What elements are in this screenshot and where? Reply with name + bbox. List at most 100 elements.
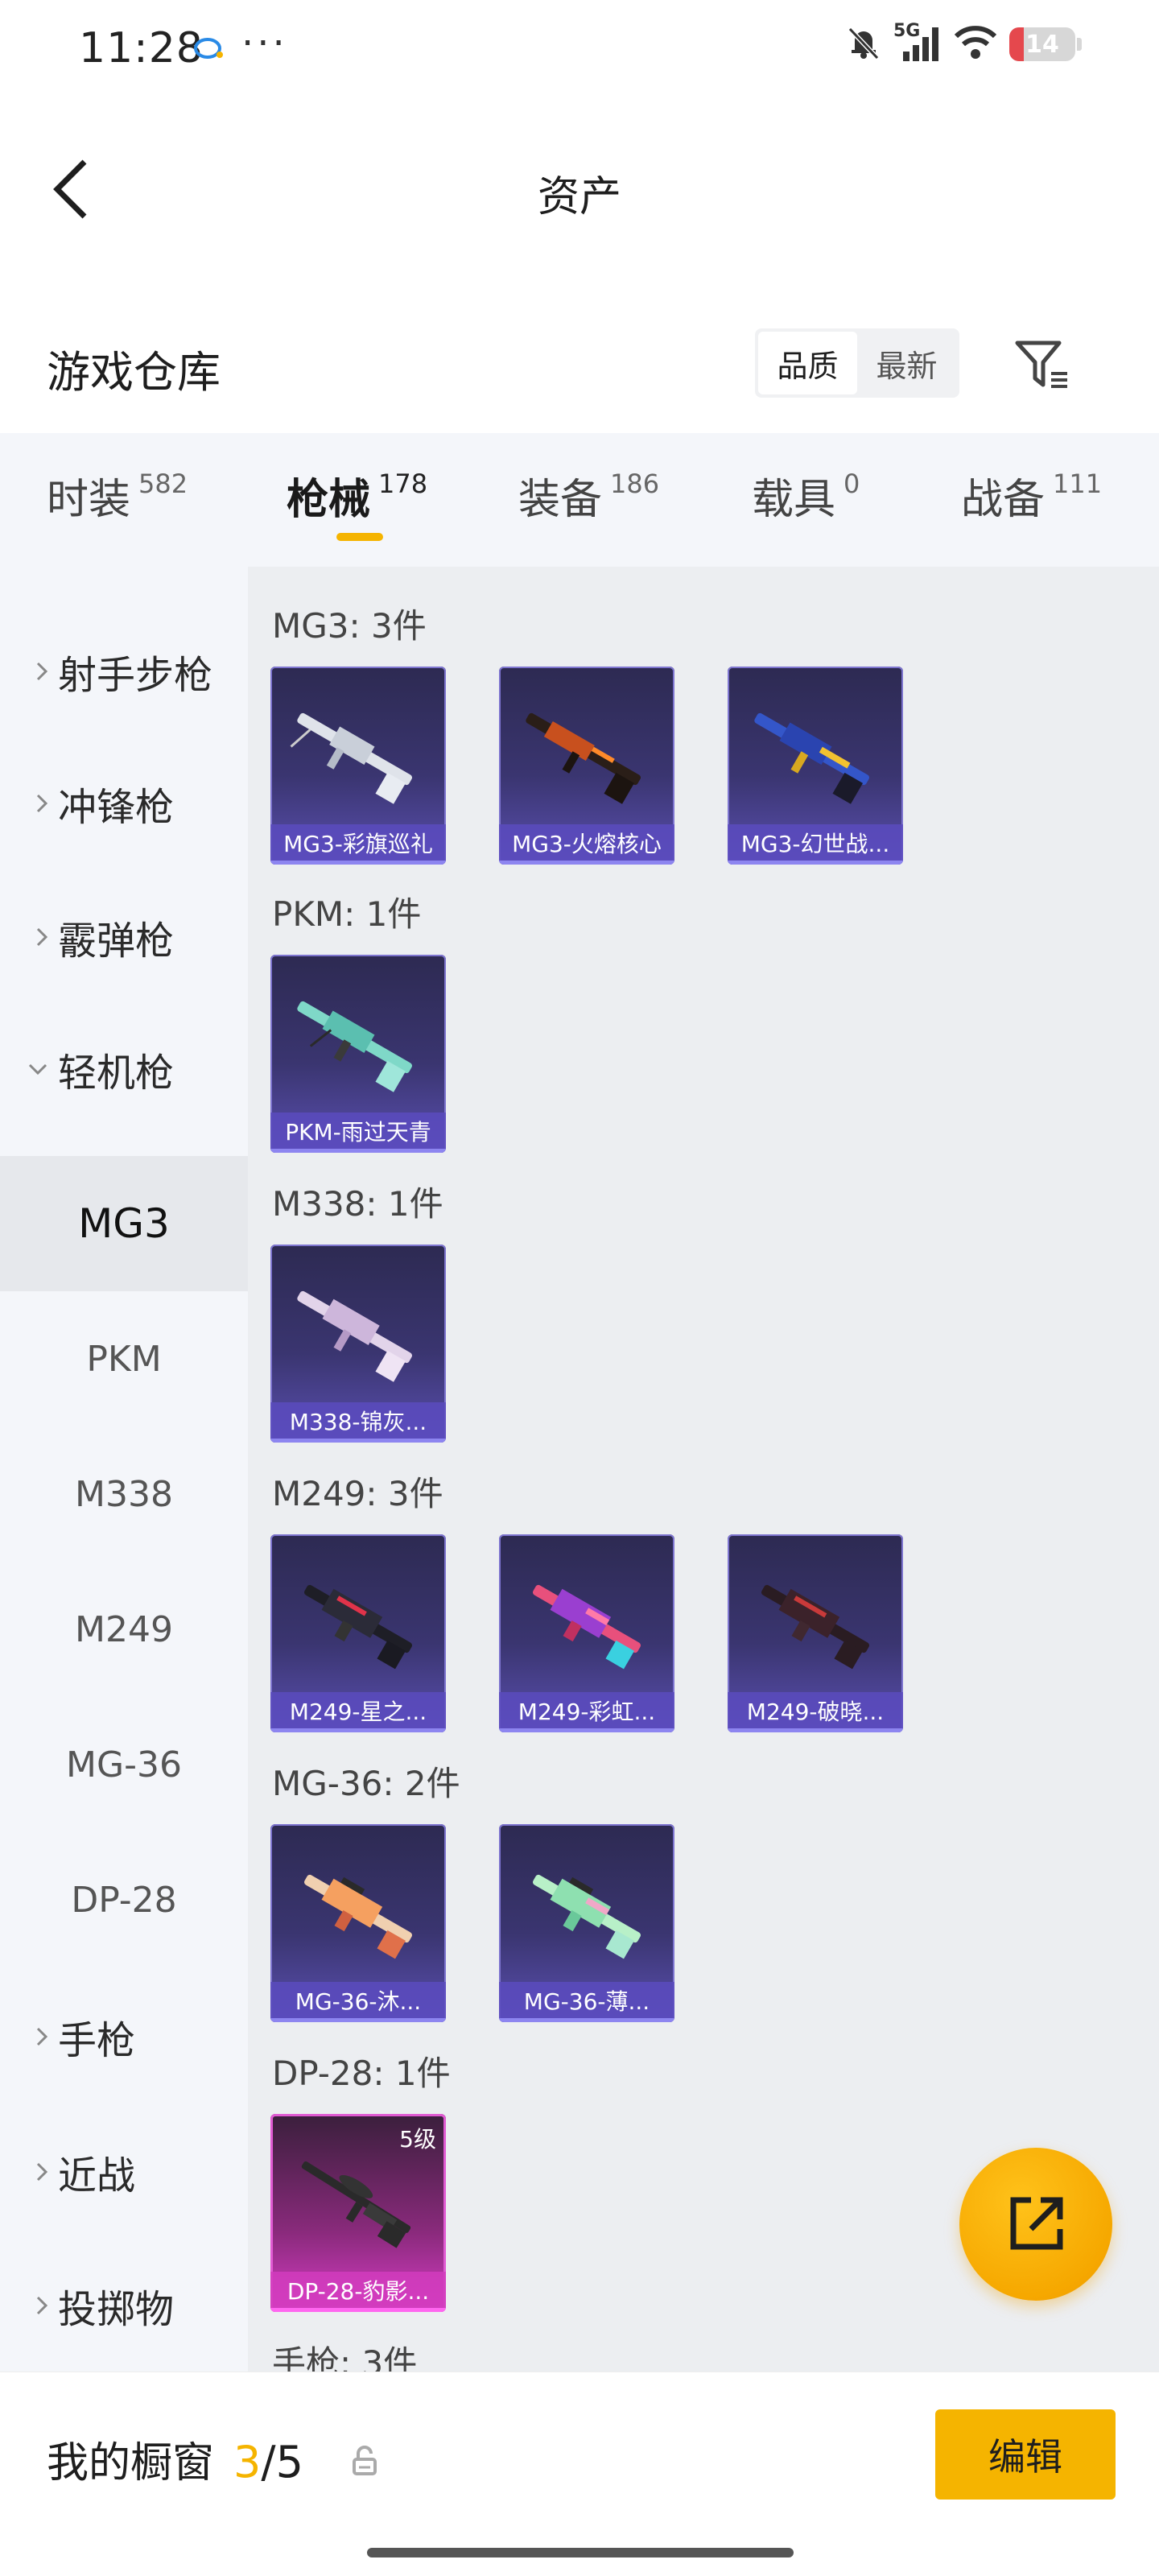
status-bar: 11:28 ··· 5G 14	[0, 0, 1159, 100]
gun-image	[754, 712, 869, 804]
tab-label: 战备	[961, 476, 1046, 524]
category-lmg[interactable]: 轻机枪	[0, 1001, 248, 1137]
tab-label: 时装	[47, 476, 131, 524]
subcategory-dp28[interactable]: DP-28	[0, 1832, 248, 1967]
edit-button[interactable]: 编辑	[935, 2409, 1116, 2500]
skin-card[interactable]: MG3-火熔核心	[499, 667, 674, 865]
status-time: 11:28	[79, 24, 204, 72]
signal-5g-icon: 5G	[893, 21, 942, 64]
page-title: 资产	[537, 173, 621, 221]
battery-icon: 14	[1009, 27, 1075, 61]
chevron-right-icon	[0, 927, 58, 947]
chat-bubble-icon	[193, 37, 225, 64]
category-label: 近战	[58, 2153, 136, 2198]
group-title-m338: M338: 1件	[272, 1184, 443, 1224]
category-label: 轻机枪	[58, 1051, 175, 1096]
group-title-mg3: MG3: 3件	[272, 606, 427, 646]
share-icon	[1010, 2197, 1063, 2250]
bottom-bar: 我的橱窗 3 / 5 编辑	[0, 2372, 1159, 2576]
assets-page: 11:28 ··· 5G 14 资产 游戏仓库 品质 最新 时装 582 枪械 …	[0, 0, 1159, 2576]
tab-count: 186	[610, 469, 660, 499]
skin-card[interactable]: MG3-彩旗巡礼	[270, 667, 446, 865]
sort-quality[interactable]: 品质	[758, 332, 857, 394]
skin-card[interactable]: M249-破晓...	[728, 1534, 903, 1732]
subcategory-mg3[interactable]: MG3	[0, 1156, 248, 1291]
category-pistol[interactable]: 手枪	[0, 1969, 248, 2104]
chevron-right-icon	[0, 2161, 58, 2182]
skin-card[interactable]: MG-36-沐...	[270, 1824, 446, 2022]
tab-label: 载具	[752, 476, 836, 524]
active-tab-indicator	[336, 533, 383, 541]
subcategory-m249[interactable]: M249	[0, 1562, 248, 1697]
group-title-dp28: DP-28: 1件	[272, 2054, 451, 2093]
mute-bell-icon	[845, 24, 882, 64]
gun-image	[526, 712, 641, 804]
chevron-right-icon	[0, 2026, 58, 2047]
gun-image	[301, 2161, 411, 2248]
gun-image	[304, 1584, 412, 1670]
home-indicator[interactable]	[367, 2548, 794, 2557]
battery-tip	[1077, 38, 1082, 51]
category-melee[interactable]: 近战	[0, 2104, 248, 2240]
gun-image	[297, 1001, 412, 1092]
gun-image	[297, 1290, 412, 1382]
group-title-pistol: 手枪: 3件	[272, 2343, 418, 2372]
share-button[interactable]	[959, 2148, 1112, 2301]
category-shotgun[interactable]: 霰弹枪	[0, 869, 248, 1005]
sort-newest[interactable]: 最新	[857, 332, 956, 394]
nav-bar: 资产	[0, 121, 1159, 258]
tab-count: 111	[1053, 469, 1103, 499]
status-icons: 5G 14	[845, 21, 1082, 64]
chevron-right-icon	[0, 2295, 58, 2316]
skin-card[interactable]: 5级 DP-28-豹影...	[270, 2114, 446, 2312]
tab-firearms[interactable]: 枪械 178	[287, 465, 427, 526]
chevron-down-icon	[0, 1063, 58, 1075]
gun-image	[533, 1584, 641, 1670]
showcase-current: 3	[233, 2437, 262, 2487]
showcase-label: 我的橱窗	[47, 2439, 215, 2487]
gun-image	[304, 1874, 412, 1959]
skin-card[interactable]: MG-36-薄...	[499, 1824, 674, 2022]
skin-card[interactable]: M249-星之...	[270, 1534, 446, 1732]
showcase-total: 5	[275, 2437, 303, 2487]
skin-name: MG3-火熔核心	[499, 824, 674, 865]
filter-icon	[1015, 341, 1067, 388]
skin-name: M249-星之...	[270, 1692, 446, 1732]
skin-name: M249-彩虹...	[499, 1692, 674, 1732]
gun-image	[761, 1584, 869, 1670]
tab-label: 枪械	[287, 476, 371, 524]
subcategory-pkm[interactable]: PKM	[0, 1291, 248, 1426]
group-title-mg36: MG-36: 2件	[272, 1764, 460, 1803]
category-smg[interactable]: 冲锋枪	[0, 736, 248, 871]
skin-name: M249-破晓...	[728, 1692, 903, 1732]
chevron-right-icon	[0, 661, 58, 682]
sort-toggle: 品质 最新	[755, 328, 959, 398]
tab-equipment[interactable]: 装备 186	[518, 465, 659, 526]
category-label: 手枪	[58, 2018, 136, 2063]
chevron-right-icon	[0, 793, 58, 814]
category-label: 射手步枪	[58, 653, 213, 698]
gun-image	[290, 712, 412, 804]
skin-name: M338-锦灰...	[270, 1402, 446, 1443]
showcase-counter: 我的橱窗 3 / 5	[47, 2429, 303, 2489]
tab-count: 582	[138, 469, 188, 499]
tab-vehicles[interactable]: 载具 0	[752, 465, 860, 526]
tab-fashion[interactable]: 时装 582	[47, 465, 188, 526]
weapon-skin-grid: MG3: 3件 MG3-彩旗巡礼 MG3-火熔核心 MG3-幻世战... PKM…	[248, 567, 1159, 2372]
skin-card[interactable]: MG3-幻世战...	[728, 667, 903, 865]
subcategory-mg36[interactable]: MG-36	[0, 1697, 248, 1832]
skin-card[interactable]: M249-彩虹...	[499, 1534, 674, 1732]
category-throwable[interactable]: 投掷物	[0, 2238, 248, 2373]
tab-count: 0	[843, 469, 860, 499]
tab-count: 178	[378, 469, 428, 499]
battery-level: 14	[1025, 31, 1059, 59]
skin-card[interactable]: M338-锦灰...	[270, 1245, 446, 1443]
category-marksman-rifle[interactable]: 射手步枪	[0, 604, 248, 739]
tab-label: 装备	[518, 476, 603, 524]
subcategory-m338[interactable]: M338	[0, 1426, 248, 1562]
tab-supplies[interactable]: 战备 111	[961, 465, 1102, 526]
skin-card[interactable]: PKM-雨过天青	[270, 955, 446, 1153]
group-title-pkm: PKM: 1件	[272, 894, 422, 934]
filter-button[interactable]	[1009, 332, 1075, 398]
skin-name: MG3-幻世战...	[728, 824, 903, 865]
